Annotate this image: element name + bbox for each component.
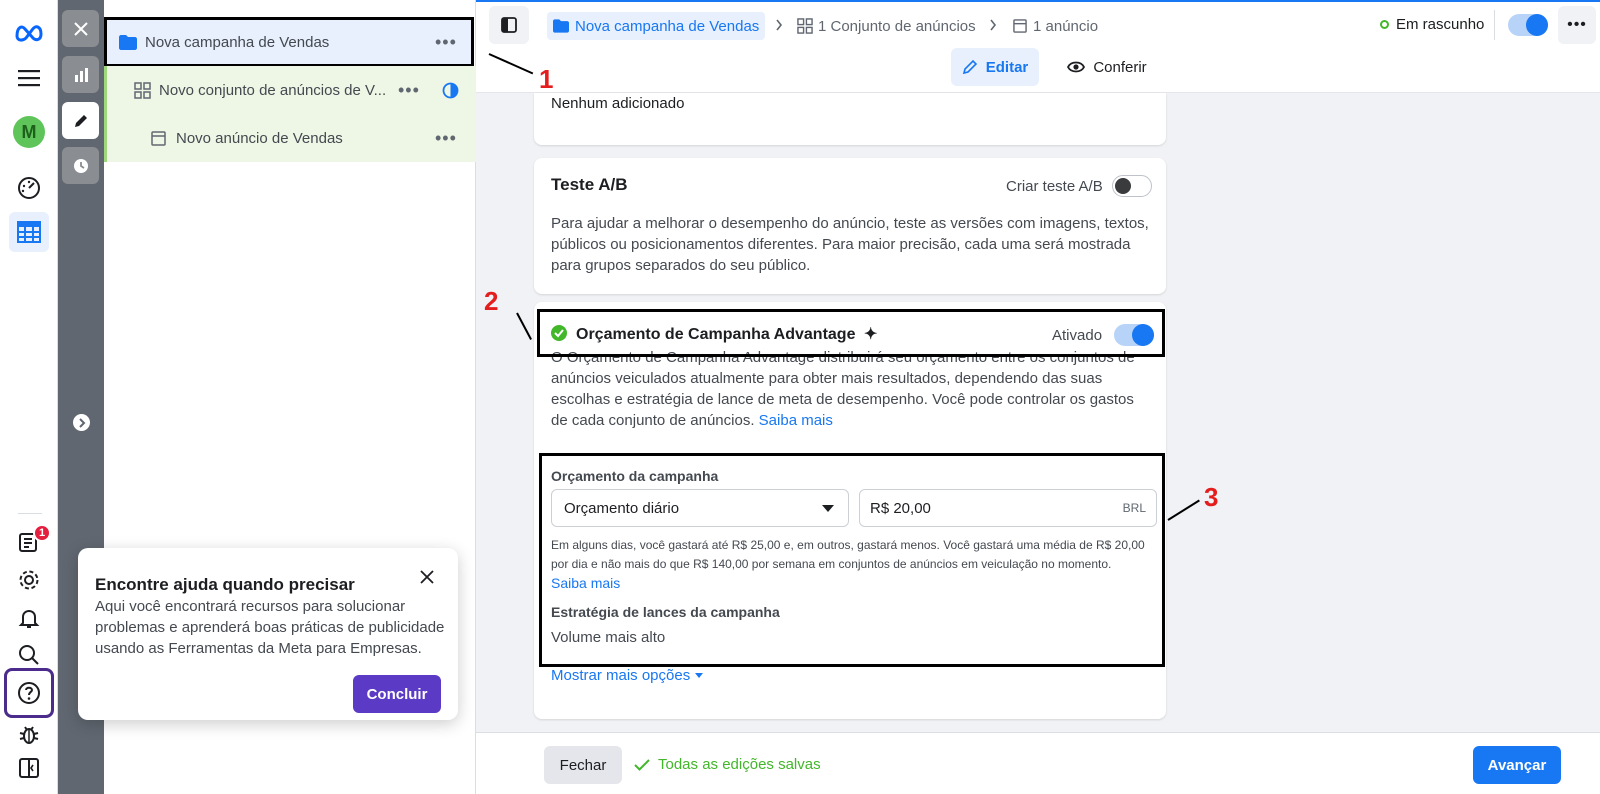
reports-chart-button[interactable]	[62, 56, 99, 93]
campaign-more-icon[interactable]: •••	[435, 32, 457, 53]
folder-icon	[119, 34, 137, 50]
show-more-options-label: Mostrar mais opções	[551, 667, 691, 684]
saved-status: Todas as edições salvas	[634, 756, 821, 773]
review-mode-label: Conferir	[1093, 58, 1147, 76]
avatar-letter: M	[13, 116, 45, 148]
left-nav-rail: M 1	[0, 0, 58, 794]
review-mode-button[interactable]: Conferir	[1057, 48, 1157, 86]
header-divider	[1494, 10, 1495, 40]
next-button[interactable]: Avançar	[1473, 746, 1561, 784]
advantage-description: O Orçamento de Campanha Advantage distri…	[551, 347, 1151, 431]
ab-test-toggle[interactable]	[1112, 175, 1152, 197]
tree-item-adset[interactable]: Novo conjunto de anúncios de V... •••	[104, 66, 476, 114]
annotation-pointer-2	[516, 312, 532, 340]
annotation-label-2: 2	[484, 286, 499, 316]
adset-more-icon[interactable]: •••	[398, 80, 420, 101]
caret-down-icon	[695, 672, 704, 678]
help-popover-body: Aqui você encontrará recursos para soluc…	[95, 598, 445, 657]
tree-adset-label: Novo conjunto de anúncios de V...	[159, 81, 387, 99]
adset-grid-icon	[134, 81, 151, 99]
bar-chart-icon	[74, 67, 88, 82]
breadcrumb-ad-label: 1 anúncio	[1033, 17, 1099, 35]
edit-mode-label: Editar	[985, 58, 1029, 76]
breadcrumb-campaign[interactable]: Nova campanha de Vendas	[547, 12, 766, 40]
clock-icon	[73, 158, 88, 173]
meta-logo-icon[interactable]	[9, 12, 49, 52]
chevron-right-icon	[990, 19, 997, 31]
ad-page-icon	[1013, 19, 1027, 33]
annotation-box-budget	[539, 453, 1165, 667]
previous-section-card: Nenhum adicionado	[534, 93, 1166, 145]
ads-manager-table-icon[interactable]	[9, 212, 49, 252]
close-editor-button[interactable]	[62, 10, 99, 47]
check-icon	[634, 758, 650, 771]
expand-chevron-button[interactable]	[73, 414, 90, 431]
ab-test-card: Teste A/B Criar teste A/B Para ajudar a …	[534, 158, 1166, 294]
avatar[interactable]: M	[9, 112, 49, 152]
breadcrumb-adset[interactable]: 1 Conjunto de anúncios	[797, 12, 976, 40]
half-circle-status-icon	[442, 82, 459, 98]
close-icon[interactable]	[420, 570, 434, 584]
draft-status-dot	[1380, 20, 1389, 29]
tree-ad-label: Novo anúncio de Vendas	[176, 129, 343, 147]
ab-test-title: Teste A/B	[551, 175, 628, 194]
help-done-button[interactable]: Concluir	[353, 675, 441, 713]
none-added-text: Nenhum adicionado	[551, 95, 685, 112]
eye-icon	[1067, 61, 1086, 73]
chevron-right-icon	[776, 19, 783, 31]
tree-campaign-label: Nova campanha de Vendas	[145, 33, 330, 51]
news-feed-icon[interactable]: 1	[9, 522, 51, 562]
edit-pencil-button[interactable]	[62, 102, 99, 139]
pencil-icon	[74, 114, 87, 127]
advantage-description-text: O Orçamento de Campanha Advantage distri…	[551, 349, 1135, 429]
side-panel-icon	[501, 17, 517, 33]
pencil-icon	[962, 59, 977, 75]
annotation-pointer-3	[1167, 499, 1200, 521]
annotation-label-1: 1	[539, 64, 554, 94]
history-clock-button[interactable]	[62, 147, 99, 184]
ad-page-icon	[151, 130, 166, 146]
settings-gear-icon[interactable]	[9, 560, 49, 600]
saved-status-label: Todas as edições salvas	[658, 756, 821, 773]
annotation-box-advantage	[537, 309, 1165, 357]
tree-item-campaign[interactable]: Nova campanha de Vendas •••	[104, 17, 474, 67]
ad-more-icon[interactable]: •••	[435, 128, 457, 149]
status-toggle[interactable]	[1508, 14, 1548, 36]
dashboard-gauge-icon[interactable]	[9, 168, 49, 208]
header-top-line	[476, 0, 1600, 2]
chevron-right-icon	[78, 417, 85, 428]
close-icon	[73, 21, 88, 36]
notification-badge: 1	[33, 524, 51, 542]
folder-icon	[553, 19, 569, 33]
help-popover-title: Encontre ajuda quando precisar	[95, 575, 355, 594]
more-options-icon[interactable]: •••	[1558, 6, 1596, 44]
rail-divider	[18, 513, 42, 514]
tree-item-ad[interactable]: Novo anúncio de Vendas •••	[104, 114, 476, 162]
close-button[interactable]: Fechar	[544, 746, 622, 784]
notifications-bell-icon[interactable]	[9, 598, 49, 638]
breadcrumb-campaign-label: Nova campanha de Vendas	[575, 17, 760, 35]
advantage-learn-more-link[interactable]: Saiba mais	[759, 412, 833, 429]
annotation-label-3: 3	[1204, 482, 1219, 512]
edit-mode-button[interactable]: Editar	[951, 48, 1039, 86]
adset-grid-icon	[797, 18, 813, 34]
help-question-icon[interactable]	[4, 668, 54, 718]
breadcrumb-adset-label: 1 Conjunto de anúncios	[818, 17, 976, 35]
menu-icon[interactable]	[9, 58, 49, 98]
draft-status-label: Em rascunho	[1396, 16, 1485, 33]
collapse-panel-icon[interactable]	[9, 748, 49, 788]
ab-test-toggle-label: Criar teste A/B	[1006, 178, 1103, 195]
breadcrumb-ad[interactable]: 1 anúncio	[1013, 12, 1098, 40]
toggle-panel-button[interactable]	[489, 6, 529, 44]
ab-test-description: Para ajudar a melhorar o desempenho do a…	[551, 215, 1149, 274]
show-more-options-link[interactable]: Mostrar mais opções	[551, 667, 704, 684]
